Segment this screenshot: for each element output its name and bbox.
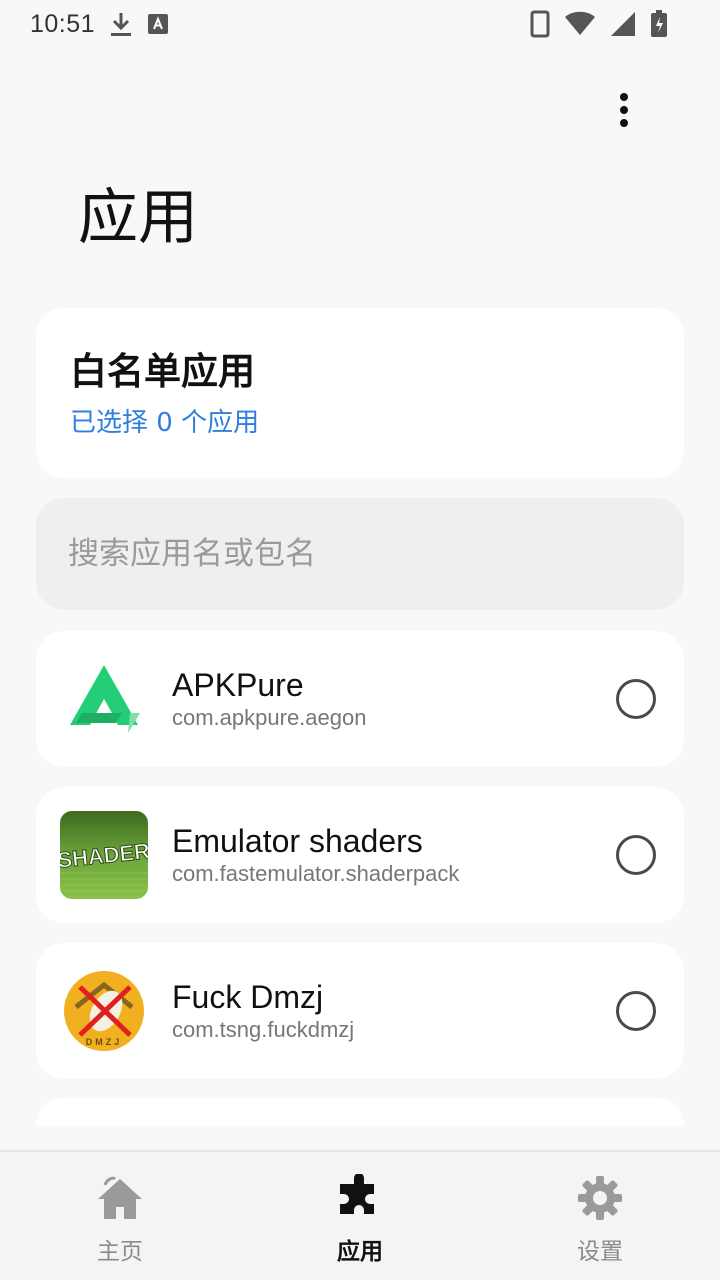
page-title: 应用 — [78, 183, 198, 253]
app-package: com.apkpure.aegon — [172, 705, 367, 730]
phone-icon — [530, 10, 550, 38]
nav-label-apps: 应用 — [337, 1239, 383, 1265]
app-list-item[interactable]: DMZJ Fuck Dmzj com.tsng.fuckdmzj — [36, 943, 684, 1079]
battery-charging-icon — [650, 10, 668, 38]
gear-icon — [574, 1172, 626, 1224]
nav-label-home: 主页 — [97, 1239, 143, 1265]
app-name: APKPure — [172, 667, 304, 703]
search-input[interactable] — [68, 536, 648, 572]
apkpure-icon — [60, 655, 148, 743]
fuckdmzj-icon: DMZJ — [60, 967, 148, 1055]
nav-label-settings: 设置 — [577, 1239, 623, 1265]
app-list-item-partial[interactable] — [36, 1098, 684, 1126]
app-list-item[interactable]: SHADER Emulator shaders com.fastemulator… — [36, 787, 684, 923]
search-box[interactable] — [36, 498, 684, 610]
shader-icon: SHADER — [60, 811, 148, 899]
app-select-radio[interactable] — [616, 991, 656, 1031]
app-name: Fuck Dmzj — [172, 979, 324, 1015]
home-icon — [94, 1172, 146, 1224]
signal-icon — [610, 11, 636, 37]
puzzle-icon — [334, 1172, 386, 1224]
app-list-item[interactable]: APKPure com.apkpure.aegon — [36, 631, 684, 767]
download-icon — [109, 11, 133, 37]
nav-item-apps[interactable]: 应用 — [240, 1152, 480, 1280]
app-name: Emulator shaders — [172, 823, 423, 859]
whitelist-card[interactable]: 白名单应用 已选择 0 个应用 — [36, 308, 684, 478]
app-package: com.tsng.fuckdmzj — [172, 1017, 355, 1042]
overflow-menu-button[interactable] — [600, 88, 648, 136]
app-select-radio[interactable] — [616, 835, 656, 875]
bottom-navigation: 主页 应用 设置 — [0, 1150, 720, 1280]
whitelist-title: 白名单应用 — [70, 350, 255, 393]
nav-item-home[interactable]: 主页 — [0, 1152, 240, 1280]
fuckdmzj-icon-text: DMZJ — [86, 1037, 123, 1047]
wifi-icon — [564, 11, 596, 37]
more-vert-icon — [618, 92, 630, 132]
app-package: com.fastemulator.shaderpack — [172, 861, 460, 886]
app-select-radio[interactable] — [616, 679, 656, 719]
whitelist-selected-count: 已选择 0 个应用 — [70, 408, 260, 438]
nav-item-settings[interactable]: 设置 — [480, 1152, 720, 1280]
status-time: 10:51 — [30, 9, 96, 38]
a-keyboard-icon — [147, 13, 169, 35]
status-bar: 10:51 — [0, 0, 720, 48]
